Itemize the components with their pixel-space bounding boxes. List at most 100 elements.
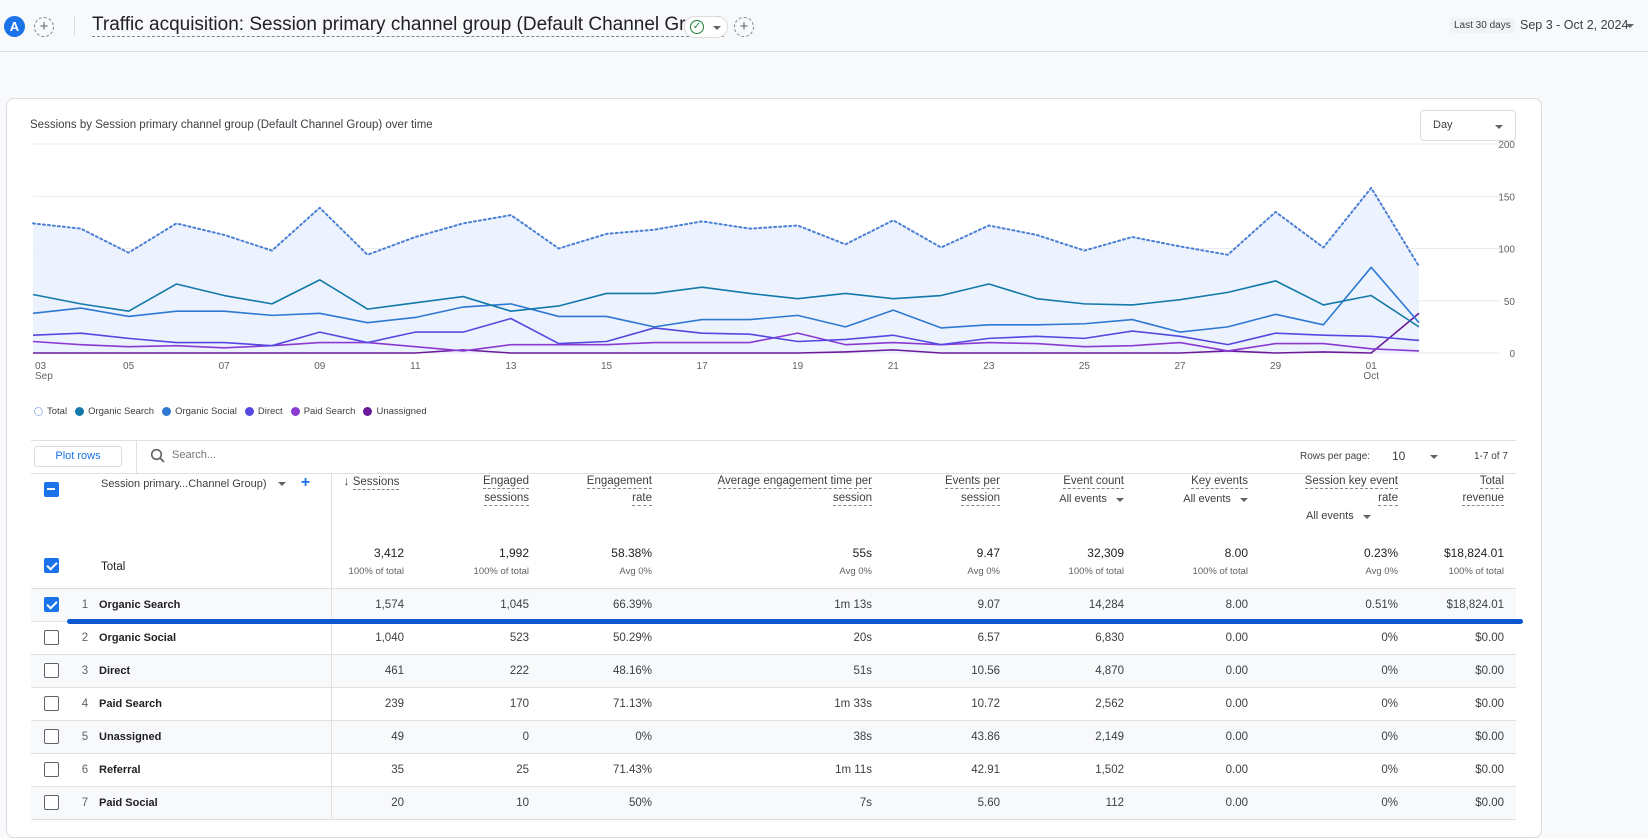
channel-name[interactable]: Paid Search — [99, 698, 162, 710]
column-header-events-per-session[interactable]: Events per session — [872, 474, 1000, 546]
channel-name[interactable]: Organic Social — [99, 632, 176, 644]
dimension-select[interactable]: Session primary...Channel Group) — [101, 478, 266, 490]
date-range-picker[interactable]: Sep 3 - Oct 2, 2024 — [1520, 18, 1628, 32]
table-row[interactable]: 6 Referral 35 25 71.43% 1m 11s 42.91 1,50… — [31, 753, 1516, 787]
column-header-engagement-rate[interactable]: Engagement rate — [529, 474, 652, 546]
cell-total-revenue: $18,824.01 — [1398, 588, 1504, 622]
search-input[interactable] — [170, 446, 470, 464]
select-all-checkbox[interactable] — [43, 482, 59, 497]
date-range-dropdown-icon[interactable] — [1626, 24, 1634, 28]
row-checkbox[interactable] — [43, 630, 59, 645]
column-header-session-key-event-rate[interactable]: Session key event rate All events — [1248, 474, 1398, 546]
cell-event-count: 4,870 — [1000, 654, 1124, 688]
channel-name[interactable]: Referral — [99, 764, 141, 776]
channel-name[interactable]: Unassigned — [99, 731, 161, 743]
chevron-down-icon[interactable] — [1430, 455, 1438, 459]
chevron-down-icon — [1495, 125, 1503, 129]
cell-event-count: 2,562 — [1000, 687, 1124, 721]
table-row[interactable]: 1 Organic Search 1,574 1,045 66.39% 1m 13… — [31, 588, 1516, 622]
column-header-event-count[interactable]: Event count All events — [1000, 474, 1124, 546]
total-cell: 1,992 100% of total — [404, 546, 529, 589]
table-row[interactable]: 4 Paid Search 239 170 71.13% 1m 33s 10.72… — [31, 687, 1516, 721]
event-filter-select[interactable]: All events — [1124, 493, 1248, 505]
column-header-engaged-sessions[interactable]: Engaged sessions — [404, 474, 529, 546]
cell-event-count: 1,502 — [1000, 753, 1124, 787]
date-preset-chip: Last 30 days — [1450, 18, 1515, 33]
legend-swatch-icon — [363, 407, 373, 416]
legend-item[interactable]: Paid Search — [290, 406, 355, 417]
column-header-total-revenue[interactable]: Total revenue — [1398, 474, 1504, 546]
cell-avg-engagement-time: 1m 13s — [652, 588, 872, 622]
row-checkbox[interactable] — [43, 729, 59, 744]
add-dimension-icon[interactable]: + — [301, 474, 310, 491]
channel-name[interactable]: Direct — [99, 665, 130, 677]
cell-key-events: 0.00 — [1124, 654, 1248, 688]
chevron-down-icon — [713, 26, 721, 30]
cell-avg-engagement-time: 1m 11s — [652, 753, 872, 787]
cell-session-key-event-rate: 0.51% — [1248, 588, 1398, 622]
table-row[interactable]: 2 Organic Social 1,040 523 50.29% 20s 6.5… — [31, 621, 1516, 655]
plot-rows-button[interactable]: Plot rows — [34, 446, 122, 467]
legend-label: Organic Social — [175, 406, 237, 417]
legend-item[interactable]: Unassigned — [363, 406, 427, 417]
total-row-checkbox[interactable] — [43, 558, 59, 573]
y-tick-label: 150 — [1498, 192, 1515, 203]
row-rank: 3 — [81, 664, 89, 677]
row-checkbox[interactable] — [43, 762, 59, 777]
cell-engagement-rate: 50.29% — [529, 621, 652, 655]
line-chart: 05010015020003Sep05 07 09 11 13 15 17 19 21 23 25 2… — [32, 140, 1515, 382]
column-header-key-events[interactable]: Key events All events — [1124, 474, 1248, 546]
legend-item[interactable]: Direct — [244, 406, 283, 417]
total-cell: 0.23% Avg 0% — [1248, 546, 1398, 589]
chevron-down-icon[interactable] — [277, 481, 286, 486]
cell-events-per-session: 5.60 — [872, 786, 1000, 820]
channel-name[interactable]: Organic Search — [99, 599, 180, 611]
row-rank: 5 — [81, 730, 89, 743]
legend-label: Unassigned — [376, 406, 427, 417]
cell-key-events: 8.00 — [1124, 588, 1248, 622]
sort-arrow-icon: ↓ — [343, 474, 350, 488]
total-label: Total — [101, 561, 126, 573]
page-title[interactable]: Traffic acquisition: Session primary cha… — [92, 14, 724, 37]
cell-engaged-sessions: 170 — [404, 687, 529, 721]
channel-name[interactable]: Paid Social — [99, 797, 158, 809]
cell-avg-engagement-time: 38s — [652, 720, 872, 754]
granularity-select[interactable]: Day — [1420, 110, 1516, 141]
event-filter-select[interactable]: All events — [1306, 510, 1398, 522]
table-row[interactable]: 5 Unassigned 49 0 0% 38s 43.86 2,149 0.00… — [31, 720, 1516, 754]
event-filter-select[interactable]: All events — [1000, 493, 1124, 505]
add-filter-icon[interactable]: + — [734, 17, 754, 37]
column-header-avg-engagement-time[interactable]: Average engagement time per session — [652, 474, 872, 546]
cell-total-revenue: $0.00 — [1398, 621, 1504, 655]
cell-events-per-session: 43.86 — [872, 720, 1000, 754]
legend-item[interactable]: Organic Social — [162, 406, 237, 417]
cell-engaged-sessions: 523 — [404, 621, 529, 655]
legend-label: Organic Search — [88, 406, 155, 417]
chart-legend: Total Organic Search Organic Social Direct P… — [34, 406, 427, 417]
cell-total-revenue: $0.00 — [1398, 720, 1504, 754]
y-tick-label: 200 — [1498, 140, 1515, 151]
cell-engagement-rate: 48.16% — [529, 654, 652, 688]
report-status-button[interactable]: ✓ — [684, 16, 728, 38]
property-avatar[interactable]: A — [4, 16, 25, 37]
row-checkbox[interactable] — [43, 597, 59, 612]
cell-key-events: 0.00 — [1124, 753, 1248, 787]
table-row[interactable]: 3 Direct 461 222 48.16% 51s 10.56 4,870 0… — [31, 654, 1516, 688]
total-cell: 55s Avg 0% — [652, 546, 872, 589]
x-tick-label: 21 — [888, 361, 900, 372]
legend-item[interactable]: Total — [34, 406, 67, 417]
column-header-sessions[interactable]: ↓ Sessions — [331, 474, 404, 546]
divider — [74, 16, 75, 36]
row-checkbox[interactable] — [43, 663, 59, 678]
rows-per-page-select[interactable]: 10 — [1392, 449, 1405, 463]
add-comparison-icon[interactable]: + — [34, 17, 54, 37]
search-icon — [150, 448, 165, 463]
row-checkbox[interactable] — [43, 696, 59, 711]
legend-item[interactable]: Organic Search — [75, 406, 154, 417]
cell-engaged-sessions: 1,045 — [404, 588, 529, 622]
table-row[interactable]: 7 Paid Social 20 10 50% 7s 5.60 112 0.00 … — [31, 786, 1516, 820]
cell-event-count: 2,149 — [1000, 720, 1124, 754]
row-checkbox[interactable] — [43, 795, 59, 810]
x-tick-label: 07 — [219, 361, 231, 372]
total-row: Total 3,412 100% of total 1,992 100% of to… — [31, 546, 1516, 589]
